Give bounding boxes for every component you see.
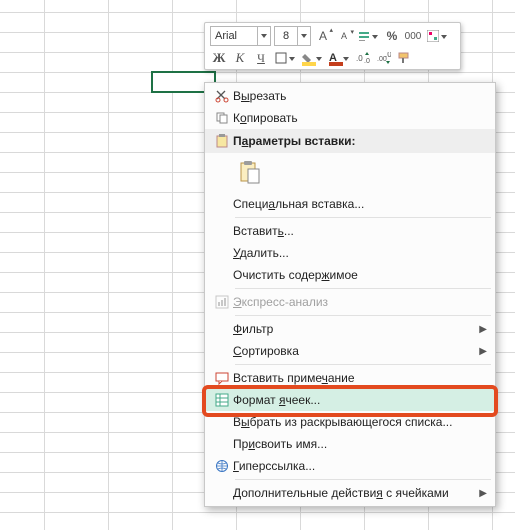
menu-label: Дополнительные действия с ячейками xyxy=(233,486,477,500)
menu-quick-analysis: Экспресс-анализ xyxy=(205,291,495,313)
menu-separator xyxy=(235,288,491,289)
menu-filter[interactable]: Фильтр▶ xyxy=(205,318,495,340)
svg-text:.0: .0 xyxy=(356,54,363,63)
menu-label: Гиперссылка... xyxy=(233,459,487,473)
menu-more-actions[interactable]: Дополнительные действия с ячейками▶ xyxy=(205,482,495,504)
conditional-format-button[interactable] xyxy=(425,27,449,45)
menu-label: Присвоить имя... xyxy=(233,437,487,451)
paste-icon xyxy=(211,134,233,148)
decrease-font-icon[interactable]: A▾ xyxy=(335,27,353,45)
chevron-down-icon[interactable] xyxy=(297,27,310,45)
menu-label: Параметры вставки: xyxy=(233,134,487,148)
menu-sort[interactable]: Сортировка▶ xyxy=(205,340,495,362)
font-name-combo[interactable]: Arial xyxy=(210,26,271,46)
menu-cut[interactable]: Вырезать xyxy=(205,85,495,107)
format-cells-icon xyxy=(211,393,233,407)
hyperlink-icon xyxy=(211,459,233,473)
menu-copy[interactable]: Копировать xyxy=(205,107,495,129)
bold-button[interactable]: Ж xyxy=(210,49,228,67)
menu-label: Специальная вставка... xyxy=(233,197,487,211)
font-size-combo[interactable]: 8 xyxy=(274,26,311,46)
underline-button[interactable]: Ч xyxy=(252,49,270,67)
menu-delete[interactable]: Удалить... xyxy=(205,242,495,264)
menu-separator xyxy=(235,315,491,316)
menu-separator xyxy=(235,217,491,218)
font-size-value: 8 xyxy=(275,30,297,42)
menu-format-cells[interactable]: Формат ячеек... xyxy=(205,389,495,411)
percent-format-button[interactable]: % xyxy=(383,27,401,45)
menu-insert[interactable]: Вставить... xyxy=(205,220,495,242)
increase-decimal-button[interactable]: .00.0 xyxy=(375,49,393,67)
menu-label: Вставить... xyxy=(233,224,487,238)
menu-label: Очистить содержимое xyxy=(233,268,487,282)
comment-icon xyxy=(211,371,233,385)
context-menu: Вырезать Копировать Параметры вставки: С… xyxy=(204,82,496,507)
chevron-down-icon[interactable] xyxy=(257,27,270,45)
border-button[interactable] xyxy=(273,49,297,67)
fill-color-button[interactable] xyxy=(300,49,324,67)
menu-pick-from-list[interactable]: Выбрать из раскрывающегося списка... xyxy=(205,411,495,433)
accounting-format-button[interactable] xyxy=(356,27,380,45)
svg-text:.00: .00 xyxy=(364,58,370,64)
menu-label: Копировать xyxy=(233,111,487,125)
menu-label: Вставить примечание xyxy=(233,371,487,385)
quick-analysis-icon xyxy=(211,295,233,309)
copy-icon xyxy=(211,111,233,125)
menu-separator xyxy=(235,364,491,365)
increase-font-icon[interactable]: A▴ xyxy=(314,27,332,45)
scissors-icon xyxy=(211,89,233,103)
submenu-arrow-icon: ▶ xyxy=(477,346,487,357)
menu-insert-comment[interactable]: Вставить примечание xyxy=(205,367,495,389)
menu-define-name[interactable]: Присвоить имя... xyxy=(205,433,495,455)
paste-options-row xyxy=(205,153,495,193)
mini-toolbar: Arial 8 A▴ A▾ % 000 Ж К Ч xyxy=(204,22,461,70)
menu-hyperlink[interactable]: Гиперссылка... xyxy=(205,455,495,477)
comma-format-button[interactable]: 000 xyxy=(404,27,422,45)
font-name-value: Arial xyxy=(211,30,257,42)
menu-label: Фильтр xyxy=(233,322,477,336)
menu-label: Удалить... xyxy=(233,246,487,260)
menu-label: Экспресс-анализ xyxy=(233,295,487,309)
submenu-arrow-icon: ▶ xyxy=(477,488,487,499)
svg-text:.0: .0 xyxy=(385,52,391,59)
menu-paste-options-header: Параметры вставки: xyxy=(205,129,495,153)
italic-button[interactable]: К xyxy=(231,49,249,67)
menu-label: Вырезать xyxy=(233,89,487,103)
menu-label: Формат ячеек... xyxy=(233,393,487,407)
menu-separator xyxy=(235,479,491,480)
menu-label: Выбрать из раскрывающегося списка... xyxy=(233,415,487,429)
paste-default-button[interactable] xyxy=(235,157,265,187)
menu-paste-special[interactable]: Специальная вставка... xyxy=(205,193,495,215)
menu-label: Сортировка xyxy=(233,344,477,358)
format-painter-button[interactable] xyxy=(396,49,414,67)
decrease-decimal-button[interactable]: .0.00 xyxy=(354,49,372,67)
font-color-button[interactable]: A xyxy=(327,49,351,67)
submenu-arrow-icon: ▶ xyxy=(477,324,487,335)
menu-clear-contents[interactable]: Очистить содержимое xyxy=(205,264,495,286)
